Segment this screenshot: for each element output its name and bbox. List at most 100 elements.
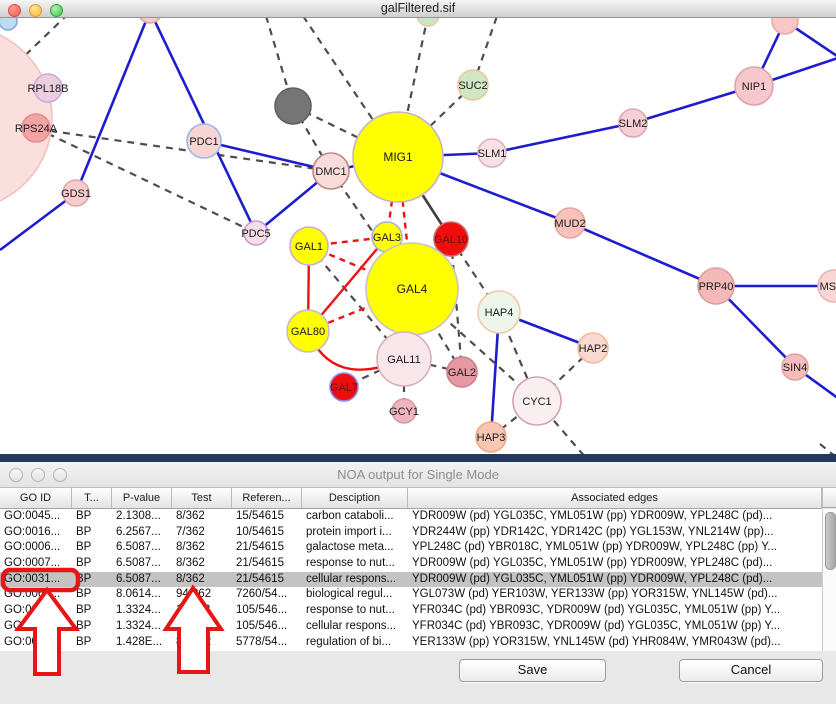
save-button[interactable]: Save	[459, 659, 606, 682]
network-graph: RPL18BRPS24AGDS1PDC1DMC1MIG1SUC2SLM1SLM2…	[0, 18, 836, 454]
column-header-1[interactable]: T...	[72, 488, 112, 508]
table-row[interactable]: GO:0065...BP8.0614...94/3627260/54...bio…	[0, 587, 822, 603]
table-header[interactable]: GO IDT...P-valueTestReferen...Desciption…	[0, 488, 822, 509]
table-row[interactable]: GO:0031...BP1.3324...11/362105/546...cel…	[0, 619, 822, 635]
table-cell: cellular respons...	[302, 572, 408, 588]
node-label-PDC1: PDC1	[189, 136, 218, 148]
table-cell: 6.5087...	[112, 572, 172, 588]
node-cutgreen[interactable]	[417, 18, 439, 26]
node-label-GDS1: GDS1	[61, 188, 91, 200]
table-cell: 5778/54...	[232, 635, 302, 651]
node-label-PRP40: PRP40	[699, 281, 734, 293]
table-cell: GO:0045...	[0, 509, 72, 525]
column-header-6[interactable]: Associated edges	[408, 488, 822, 508]
table-cell: response to nut...	[302, 603, 408, 619]
table-cell: YFR034C (pd) YBR093C, YDR009W (pd) YGL03…	[408, 619, 822, 635]
node-label-GAL1: GAL1	[295, 241, 323, 253]
node-label-GAL2: GAL2	[448, 367, 476, 379]
edge-blue	[492, 123, 633, 153]
table-cell: YDR009W (pd) YGL035C, YML051W (pp) YDR00…	[408, 556, 822, 572]
table-cell: BP	[72, 556, 112, 572]
noa-window-titlebar[interactable]: NOA output for Single Mode	[0, 462, 836, 488]
table-cell: YDR244W (pp) YDR142C, YDR142C (pp) YGL15…	[408, 525, 822, 541]
table-cell: 8/362	[172, 540, 232, 556]
node-cutpinktr[interactable]	[772, 18, 798, 34]
table-cell: regulation of bi...	[302, 635, 408, 651]
table-row[interactable]: GO:0016...BP6.2567...7/36210/54615protei…	[0, 525, 822, 541]
network-canvas[interactable]: RPL18BRPS24AGDS1PDC1DMC1MIG1SUC2SLM1SLM2…	[0, 18, 836, 454]
node-label-GAL4: GAL4	[397, 282, 428, 296]
table-cell: 8/362	[172, 509, 232, 525]
node-label-MIG1: MIG1	[383, 150, 413, 164]
noa-output-window: NOA output for Single Mode GO IDT...P-va…	[0, 462, 836, 704]
zoom-button[interactable]	[50, 4, 63, 17]
close-button[interactable]	[9, 468, 23, 482]
minimize-button[interactable]	[31, 468, 45, 482]
node-cutblue[interactable]	[0, 18, 17, 30]
table-cell: GO:0031...	[0, 572, 72, 588]
scrollbar-thumb[interactable]	[825, 512, 836, 570]
table-cell: carbon cataboli...	[302, 509, 408, 525]
node-label-SIN4: SIN4	[783, 362, 807, 374]
table-cell: protein import i...	[302, 525, 408, 541]
table-cell: 6.2567...	[112, 525, 172, 541]
table-row[interactable]: GO:0031...BP6.5087...8/36221/54615cellul…	[0, 572, 822, 588]
table-cell: 6.5087...	[112, 540, 172, 556]
window-controls	[8, 4, 63, 17]
table-cell: 80/362	[172, 635, 232, 651]
table-cell: response to nut...	[302, 556, 408, 572]
table-cell: GO:0031...	[0, 619, 72, 635]
column-header-0[interactable]: GO ID	[0, 488, 72, 508]
minimize-button[interactable]	[29, 4, 42, 17]
table-cell: BP	[72, 603, 112, 619]
table-row[interactable]: GO:0007...BP6.5087...8/36221/54615respon…	[0, 556, 822, 572]
table-cell: BP	[72, 619, 112, 635]
node-label-MSL1: MSL1	[820, 281, 836, 293]
table-cell: BP	[72, 509, 112, 525]
node-label-GAL7: GAL7	[330, 382, 358, 394]
column-header-3[interactable]: Test	[172, 488, 232, 508]
node-GRAY[interactable]	[275, 88, 311, 124]
zoom-button[interactable]	[53, 468, 67, 482]
noa-window-title: NOA output for Single Mode	[337, 467, 499, 482]
node-label-HAP3: HAP3	[477, 432, 506, 444]
node-label-MUD2: MUD2	[554, 218, 585, 230]
close-button[interactable]	[8, 4, 21, 17]
network-window-title: galFiltered.sif	[381, 1, 455, 15]
table-cell: 105/546...	[232, 619, 302, 635]
node-label-HAP2: HAP2	[579, 343, 608, 355]
table-cell: 10/54615	[232, 525, 302, 541]
edge-dash	[820, 444, 836, 454]
table-cell: BP	[72, 635, 112, 651]
window-controls-inactive	[9, 468, 67, 482]
table-cell: 8.0614...	[112, 587, 172, 603]
column-header-5[interactable]: Desciption	[302, 488, 408, 508]
table-row[interactable]: GO:0006...BP6.5087...8/36221/54615galact…	[0, 540, 822, 556]
network-window-titlebar[interactable]: galFiltered.sif	[0, 0, 836, 18]
table-cell: 8/362	[172, 556, 232, 572]
table-cell: 8/362	[172, 572, 232, 588]
table-cell: YFR034C (pd) YBR093C, YDR009W (pd) YGL03…	[408, 603, 822, 619]
column-header-4[interactable]: Referen...	[232, 488, 302, 508]
network-window-bottom-edge	[0, 454, 836, 462]
node-label-SUC2: SUC2	[458, 80, 487, 92]
column-header-2[interactable]: P-value	[112, 488, 172, 508]
table-cell: GO:0007...	[0, 556, 72, 572]
node-cutpink1[interactable]	[138, 18, 162, 23]
table-row[interactable]: GO:0050...BP1.428E...80/3625778/54...reg…	[0, 635, 822, 651]
table-cell: 94/362	[172, 587, 232, 603]
cancel-button[interactable]: Cancel	[679, 659, 823, 682]
table-cell: 6.5087...	[112, 556, 172, 572]
table-cell: cellular respons...	[302, 619, 408, 635]
table-row[interactable]: GO:0031...BP1.3324...11/362105/546...res…	[0, 603, 822, 619]
table-cell: 21/54615	[232, 572, 302, 588]
table-cell: 15/54615	[232, 509, 302, 525]
table-cell: 1.3324...	[112, 619, 172, 635]
table-row[interactable]: GO:0045...BP2.1308...8/36215/54615carbon…	[0, 509, 822, 525]
node-label-SLM2: SLM2	[619, 118, 648, 130]
edge-blue	[76, 18, 150, 193]
node-label-HAP4: HAP4	[485, 307, 514, 319]
vertical-scrollbar[interactable]	[822, 509, 836, 651]
network-window: galFiltered.sif RPL18BRPS24AGDS1PDC1DMC1…	[0, 0, 836, 462]
table-cell: GO:0006...	[0, 540, 72, 556]
